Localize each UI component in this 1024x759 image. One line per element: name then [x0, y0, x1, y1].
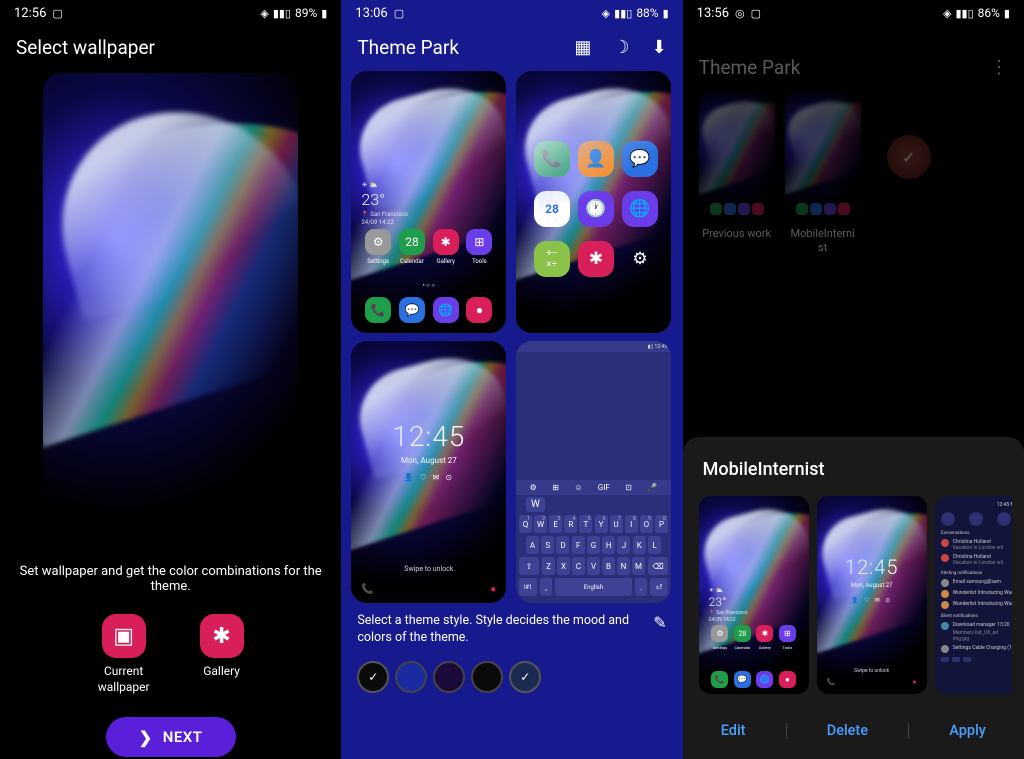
checkmark-icon: ✓	[902, 148, 915, 167]
status-bar: 12:56 ▢ ◈ ▮▮▯ 89% ▮	[0, 0, 341, 26]
signal-icon: ▮▮▯	[273, 7, 291, 20]
theme-prev-work[interactable]: Previous work	[699, 93, 775, 256]
battery-text: 88%	[636, 6, 658, 20]
download-icon[interactable]: ⬇	[652, 37, 667, 58]
gallery-label: Gallery	[203, 664, 240, 680]
suggestion-bar: W	[516, 495, 671, 513]
more-icon[interactable]: ⋮	[990, 57, 1008, 78]
status-time: 13:06	[355, 6, 387, 21]
battery-icon: ▮	[321, 7, 327, 20]
delete-button[interactable]: Delete	[815, 716, 880, 745]
color-swatches: ✓ ✓	[341, 655, 682, 699]
signal-icon: ▮▮▯	[614, 7, 632, 20]
color-swatch-2[interactable]	[395, 661, 427, 693]
calendar-icon: 28	[534, 191, 570, 227]
page-title: Select wallpaper	[0, 26, 341, 73]
keyboard-rows: 1Q2W3E4R5T6Y7U8I9O0P ASDFGHJKL ⇧ZXCVBNM⌫…	[516, 513, 671, 598]
calendar-app-icon: 28	[399, 229, 425, 255]
tools-app-icon: ⊞	[466, 229, 492, 255]
gallery-button[interactable]: ✱ Gallery	[200, 614, 244, 695]
grid-icon[interactable]: ▦	[574, 37, 591, 58]
battery-text: 86%	[978, 6, 1000, 20]
kb-signal-icon: ▮▯	[648, 344, 654, 350]
sheet-home-preview[interactable]: ☀ ⛅ 23° 📍 San Francisco 24/09 14:22 ⚙Set…	[699, 496, 809, 694]
chevron-right-icon: ❯	[139, 728, 153, 747]
gallery-icon: ✱	[578, 241, 614, 277]
settings-icon: ⚙	[622, 241, 658, 277]
lock-date: Mon, August 27	[351, 456, 506, 465]
color-swatch-5[interactable]: ✓	[509, 661, 541, 693]
sheet-lock-preview[interactable]: 12:45 Mon, August 27 👤 ♡ ✉ ⊙ Swipe to un…	[817, 496, 927, 694]
image-icon: ▢	[751, 7, 761, 20]
calculator-icon: +−×÷	[534, 241, 570, 277]
phone-shortcut-icon: 📞	[361, 584, 373, 595]
settings-app-icon: ⚙	[365, 229, 391, 255]
caption-text: Set wallpaper and get the color combinat…	[0, 548, 341, 614]
keyboard-toolbar: ⚙⊞☺GIF⊡🎤	[516, 480, 671, 495]
pencil-icon[interactable]: ✎	[653, 613, 666, 632]
signal-icon: ▮▮▯	[955, 7, 973, 20]
contacts-icon: 👤	[578, 141, 614, 177]
image-icon: ▢	[52, 7, 62, 20]
phone-icon: 📞	[534, 141, 570, 177]
sheet-title: MobileInternist	[695, 459, 1012, 480]
gallery-icon: ✱	[200, 614, 244, 658]
wifi-icon: ◈	[943, 7, 951, 20]
wifi-icon: ◈	[260, 7, 268, 20]
add-theme-button[interactable]: ✓	[871, 93, 947, 221]
camera-shortcut-icon: ●	[490, 584, 496, 595]
lock-time: 12:45	[351, 420, 506, 453]
status-bar: 13:56 ◎ ▢ ◈ ▮▮▯ 86% ▮	[683, 0, 1024, 26]
edit-button[interactable]: Edit	[709, 716, 758, 745]
wallpaper-preview[interactable]	[43, 73, 298, 548]
color-swatch-1[interactable]: ✓	[357, 661, 389, 693]
current-wallpaper-button[interactable]: ▣ Current wallpaper	[98, 614, 150, 695]
battery-icon: ▮	[1004, 7, 1010, 20]
next-label: NEXT	[163, 728, 203, 746]
next-button[interactable]: ❯ NEXT	[106, 717, 236, 757]
messages-icon: 💬	[622, 141, 658, 177]
color-swatch-4[interactable]	[471, 661, 503, 693]
status-bar: 13:06 ▢ ◈ ▮▮▯ 88% ▮	[341, 0, 682, 26]
battery-icon: ▮	[663, 7, 669, 20]
current-wallpaper-label: Current wallpaper	[98, 664, 150, 695]
gallery-app-icon: ✱	[433, 229, 459, 255]
internet-icon: 🌐	[433, 297, 459, 323]
phone-icon: 📞	[365, 297, 391, 323]
wifi-icon: ◈	[602, 7, 610, 20]
image-icon: ▢	[394, 7, 404, 20]
status-time: 12:56	[14, 6, 46, 21]
sync-icon: ◎	[735, 7, 745, 20]
theme-detail-sheet: MobileInternist ☀ ⛅ 23° 📍 San Francisco …	[683, 437, 1024, 759]
keyboard-preview[interactable]: ▮▯ 12:45 ⚙⊞☺GIF⊡🎤 W 1Q2W3E4R5T6Y7U8I9O0P…	[516, 341, 671, 603]
app-drawer-preview[interactable]: 📞 👤 💬 28 🕐 🌐 +−×÷ ✱ ⚙	[516, 71, 671, 333]
camera-icon: ●	[466, 297, 492, 323]
clock-icon: 🕐	[578, 191, 614, 227]
wallpaper-icon: ▣	[102, 614, 146, 658]
page-title: Theme Park	[357, 36, 459, 59]
messages-icon: 💬	[399, 297, 425, 323]
swipe-text: Swipe to unlock	[351, 565, 506, 573]
theme-mobileinternist[interactable]: MobileInterni st	[785, 93, 861, 256]
apply-button[interactable]: Apply	[937, 716, 998, 745]
lock-notif-icons: 👤 ♡ ✉ ⊙	[351, 473, 506, 482]
battery-text: 89%	[295, 6, 317, 20]
status-time: 13:56	[697, 6, 729, 21]
weather-widget: ☀ ⛅ 23° 📍 San Francisco 24/09 14:22	[361, 181, 408, 226]
style-caption: Select a theme style. Style decides the …	[357, 613, 643, 647]
sheet-notification-preview[interactable]: 12:45 Mon, July 14 Conversations Christi…	[935, 496, 1012, 694]
color-swatch-3[interactable]	[433, 661, 465, 693]
page-title-dimmed: Theme Park	[699, 56, 801, 79]
home-preview[interactable]: ☀ ⛅ 23° 📍 San Francisco 24/09 14:22 ⚙Set…	[351, 71, 506, 333]
lockscreen-preview[interactable]: 12:45 Mon, August 27 👤 ♡ ✉ ⊙ Swipe to un…	[351, 341, 506, 603]
moon-icon[interactable]: ☽	[613, 37, 629, 58]
internet-icon: 🌐	[622, 191, 658, 227]
